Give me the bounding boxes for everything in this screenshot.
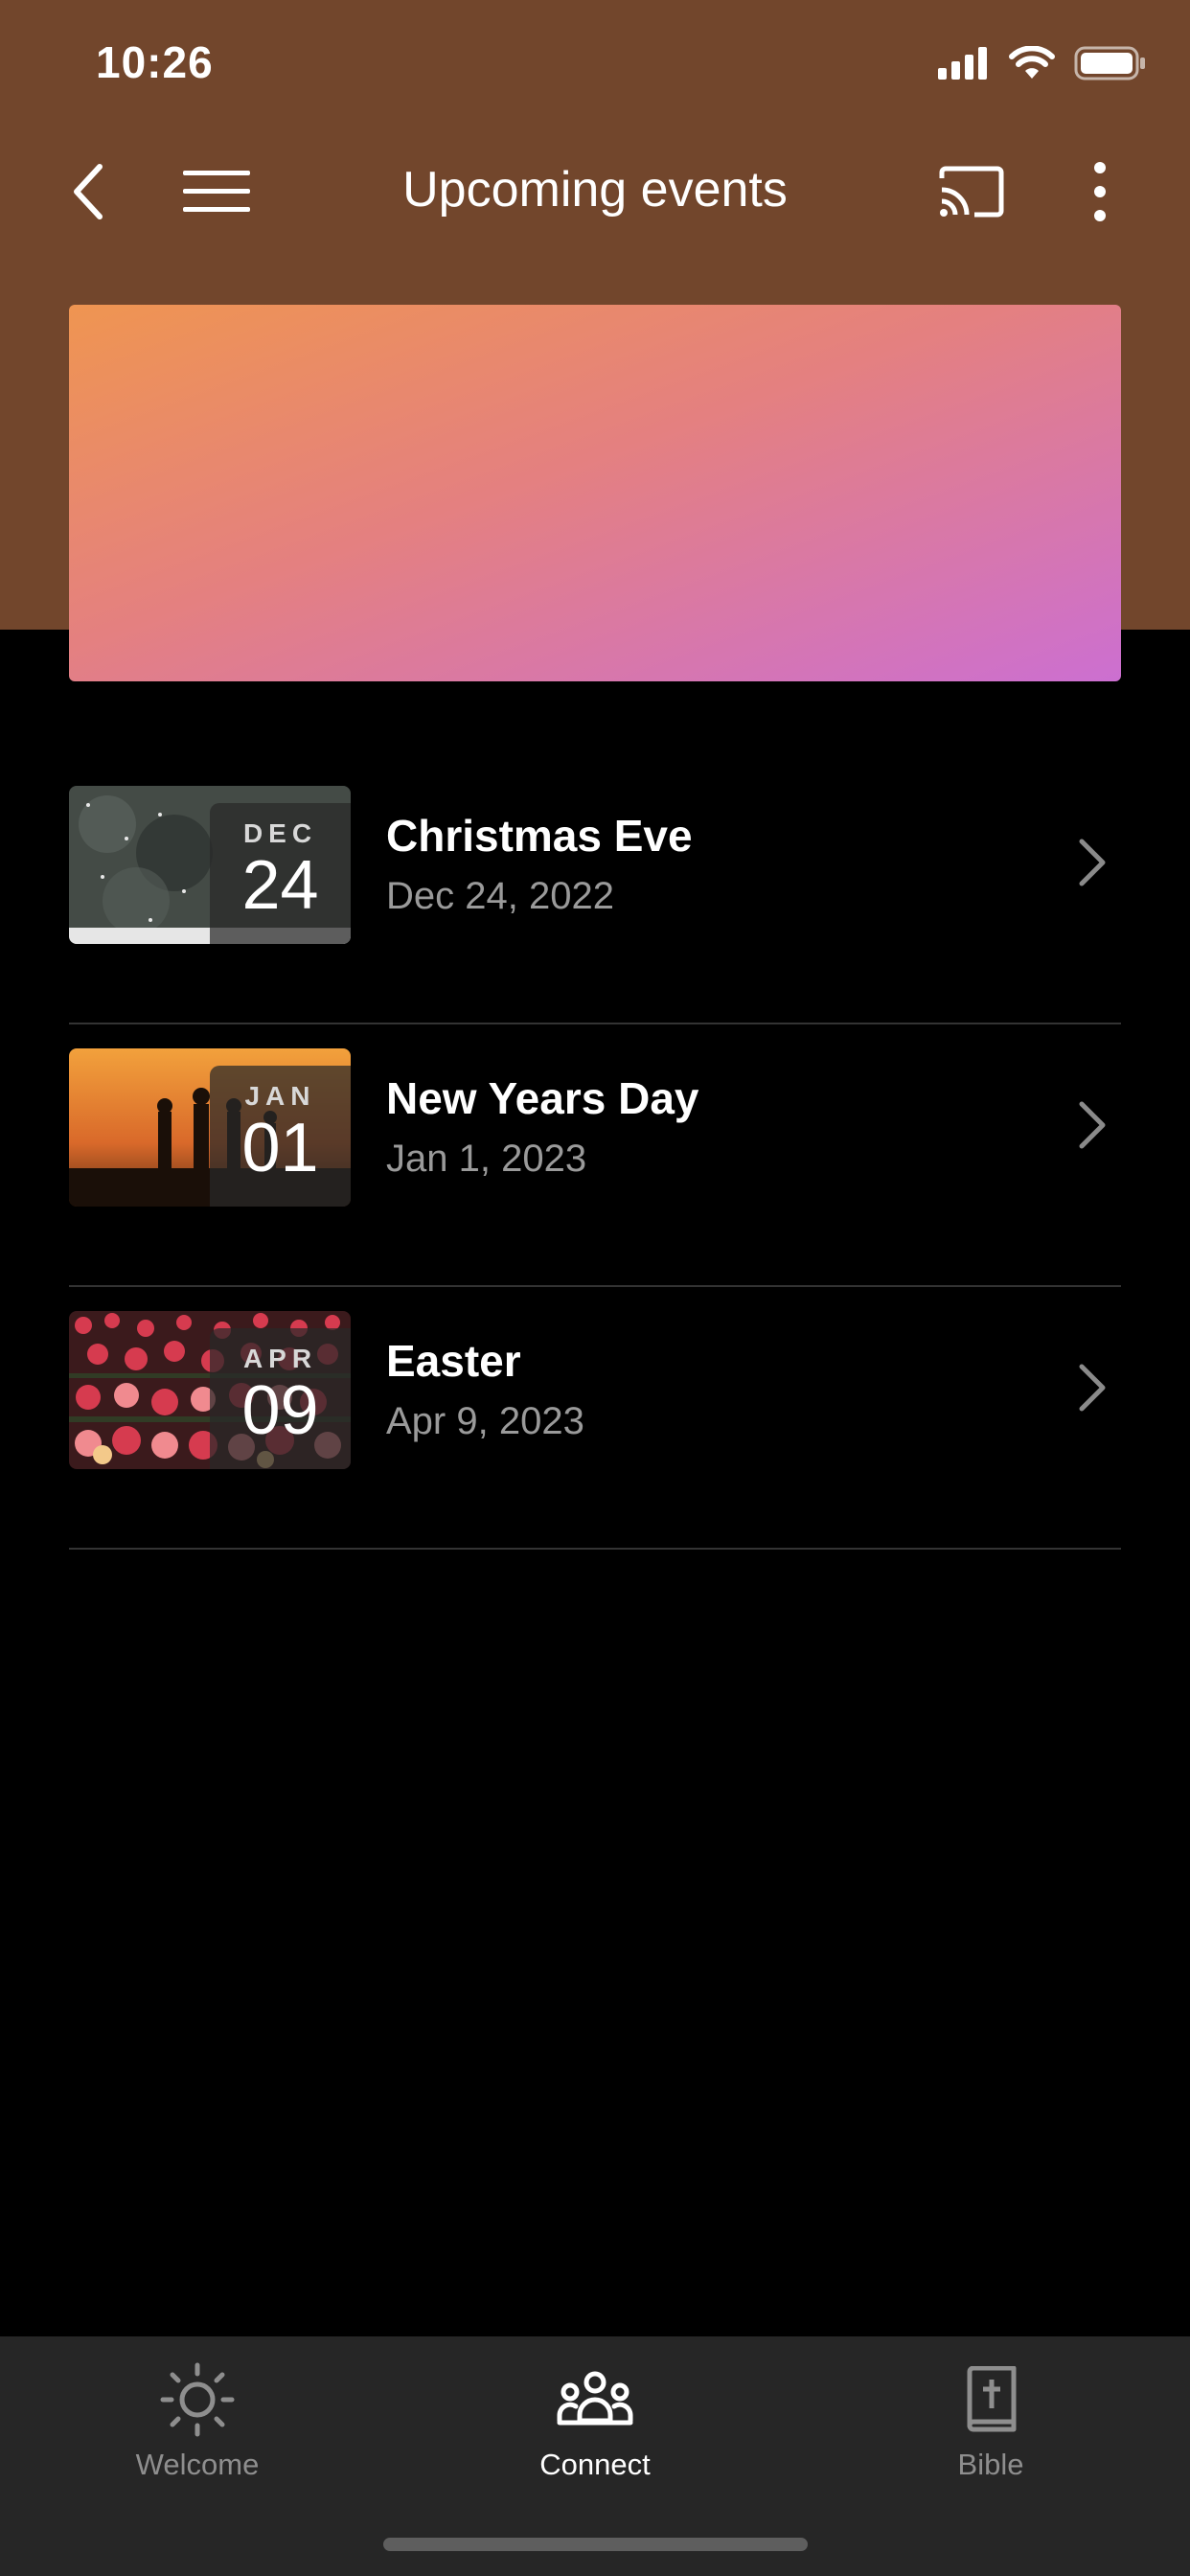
tab-label: Welcome (135, 2448, 260, 2481)
tab-connect[interactable]: Connect (451, 2361, 739, 2505)
date-badge: JAN 01 (210, 1066, 351, 1207)
date-day: 09 (241, 1372, 319, 1449)
event-date: Jan 1, 2023 (386, 1138, 587, 1180)
event-thumbnail: APR 09 (69, 1311, 351, 1469)
event-title: New Years Day (386, 1073, 699, 1123)
more-vertical-icon (1094, 162, 1106, 221)
date-month: APR (242, 1344, 318, 1373)
battery-icon (1074, 46, 1147, 85)
status-icons (938, 45, 1147, 85)
date-badge: APR 09 (210, 1328, 351, 1469)
date-month: DEC (242, 818, 318, 848)
nav-bar: Upcoming events (0, 134, 1190, 249)
date-badge: DEC 24 (210, 803, 351, 944)
event-date: Dec 24, 2022 (386, 875, 614, 917)
cellular-signal-icon (938, 47, 990, 84)
event-row-easter[interactable]: APR 09 Easter Apr 9, 2023 (69, 1287, 1121, 1550)
date-month: JAN (244, 1081, 316, 1111)
event-title: Easter (386, 1336, 521, 1386)
event-list: DEC 24 Christmas Eve Dec 24, 2022 JAN 01… (69, 762, 1121, 1550)
sun-icon (160, 2362, 235, 2437)
date-day: 01 (241, 1110, 319, 1186)
home-indicator[interactable] (383, 2538, 808, 2551)
bible-book-icon (967, 2366, 1017, 2432)
chevron-right-icon (1064, 1354, 1121, 1421)
tab-label: Connect (539, 2448, 651, 2481)
event-title: Christmas Eve (386, 811, 693, 861)
tab-bible[interactable]: Bible (847, 2361, 1134, 2505)
status-time: 10:26 (96, 37, 214, 87)
cast-button[interactable] (931, 151, 1012, 232)
chevron-right-icon (1064, 829, 1121, 896)
status-bar: 10:26 (0, 0, 1190, 134)
event-row-new-years-day[interactable]: JAN 01 New Years Day Jan 1, 2023 (69, 1024, 1121, 1287)
tab-welcome[interactable]: Welcome (54, 2361, 341, 2505)
featured-banner[interactable] (69, 305, 1121, 681)
event-thumbnail: DEC 24 (69, 786, 351, 944)
event-date: Apr 9, 2023 (386, 1400, 584, 1442)
tab-label: Bible (957, 2448, 1024, 2481)
chevron-right-icon (1064, 1092, 1121, 1159)
cast-icon (939, 166, 1004, 218)
more-options-button[interactable] (1060, 151, 1140, 232)
wifi-icon (1009, 45, 1055, 85)
people-group-icon (557, 2371, 633, 2426)
event-row-christmas-eve[interactable]: DEC 24 Christmas Eve Dec 24, 2022 (69, 762, 1121, 1024)
event-thumbnail: JAN 01 (69, 1048, 351, 1207)
app-screen: 10:26 Upcoming events DEC 24 Christmas E… (0, 0, 1190, 2576)
date-day: 24 (241, 847, 319, 924)
